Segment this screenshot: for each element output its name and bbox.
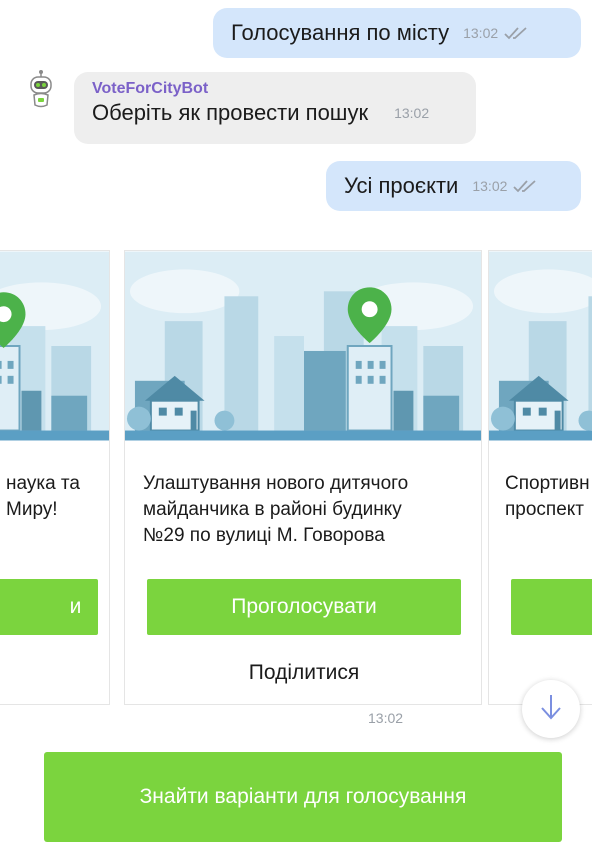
find-options-label: Знайти варіанти для голосування	[139, 785, 467, 808]
project-card[interactable]: Улаштування нового дитячого майданчика в…	[124, 250, 482, 705]
city-illustration	[125, 251, 481, 441]
city-illustration	[489, 251, 592, 441]
scroll-down-button[interactable]	[522, 680, 580, 738]
arrow-down-icon	[539, 693, 563, 726]
project-card[interactable]: Спортивн проспект П	[488, 250, 592, 705]
outgoing-message: Усі проєкти 13:02	[326, 161, 581, 211]
share-button-label: Поділитися	[248, 661, 360, 684]
outgoing-message: Голосування по місту 13:02	[213, 8, 581, 58]
bot-avatar[interactable]	[28, 70, 54, 112]
message-time: 13:02	[472, 178, 508, 194]
double-check-icon	[513, 179, 537, 193]
message-text: Голосування по місту	[231, 20, 450, 45]
sender-name[interactable]: VoteForCityBot	[92, 80, 458, 98]
find-options-button[interactable]: Знайти варіанти для голосування	[44, 752, 562, 842]
project-title: Улаштування нового дитячого майданчика в…	[143, 473, 409, 546]
message-time: 13:02	[463, 25, 499, 41]
message-time: 13:02	[368, 710, 404, 726]
share-button[interactable]: Поділитися	[147, 656, 461, 690]
message-text: Усі проєкти	[344, 173, 459, 198]
vote-button[interactable]: П	[511, 579, 592, 635]
project-title: Спортивн проспект	[505, 473, 590, 520]
message-time: 13:02	[394, 105, 430, 121]
vote-button-label: Проголосувати	[231, 595, 377, 618]
vote-button[interactable]: и	[0, 579, 98, 635]
city-illustration	[0, 251, 109, 441]
vote-button-label: и	[69, 595, 82, 618]
double-check-icon	[504, 26, 528, 40]
vote-button[interactable]: Проголосувати	[147, 579, 461, 635]
project-carousel[interactable]: наука та Миру! и Улаштування нового дитя…	[0, 250, 592, 705]
project-card[interactable]: наука та Миру! и	[0, 250, 110, 705]
project-title: наука та Миру!	[6, 473, 80, 520]
message-text: Оберіть як провести пошук	[92, 100, 369, 125]
incoming-message: VoteForCityBot Оберіть як провести пошук…	[74, 72, 476, 144]
